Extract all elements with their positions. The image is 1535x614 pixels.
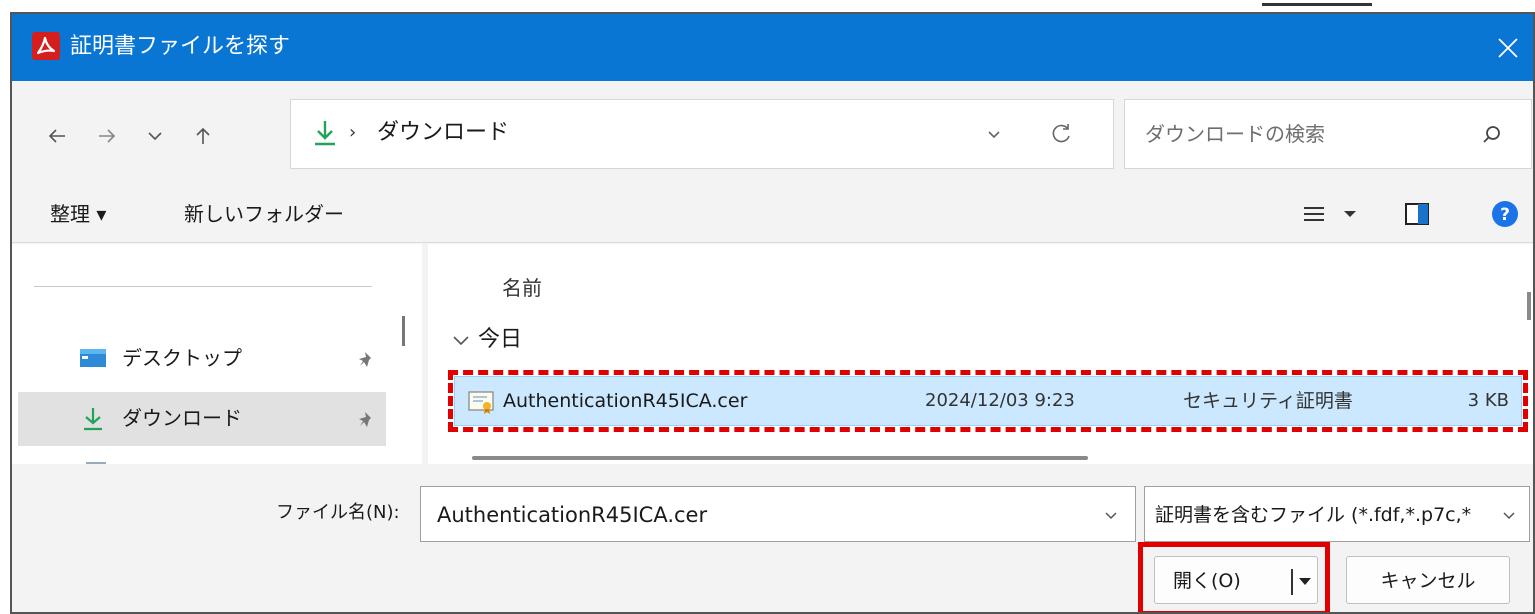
sidebar-item-desktop[interactable]: デスクトップ xyxy=(18,332,386,386)
up-button[interactable] xyxy=(188,121,218,151)
group-label: 今日 xyxy=(478,327,523,352)
file-open-dialog: 証明書ファイルを探す › ダウンロード ダウンロードの検索 整理 ▾ 新しいフォ… xyxy=(10,12,1535,614)
filename-input[interactable]: AuthenticationR45ICA.cer xyxy=(420,486,1136,542)
background-fragment xyxy=(1262,0,1372,6)
chevron-down-icon xyxy=(148,132,162,141)
address-bar[interactable]: › ダウンロード xyxy=(290,99,1114,169)
back-button[interactable] xyxy=(42,121,72,151)
vertical-scrollbar[interactable] xyxy=(1527,292,1531,320)
chevron-down-icon xyxy=(453,336,469,346)
filetype-value: 証明書を含むファイル (*.fdf,*.p7c,* xyxy=(1155,504,1472,526)
group-header-today[interactable]: 今日 xyxy=(452,324,522,356)
filename-label: ファイル名(N): xyxy=(276,502,400,523)
chevron-down-icon[interactable] xyxy=(1499,505,1519,525)
nav-scrollbar[interactable] xyxy=(402,316,405,346)
recent-locations-button[interactable] xyxy=(140,121,170,151)
sidebar-item-label: ダウンロード xyxy=(122,406,242,430)
back-arrow-icon xyxy=(48,129,65,143)
dialog-footer: ファイル名(N): AuthenticationR45ICA.cer 証明書を含… xyxy=(12,466,1533,612)
view-options-icon[interactable] xyxy=(1300,201,1360,227)
file-list-pane: 名前 今日 AuthenticationR45ICA.cer 2024/12/0… xyxy=(428,244,1533,464)
breadcrumb-separator: › xyxy=(349,122,357,143)
help-icon[interactable]: ? xyxy=(1490,199,1520,229)
forward-arrow-icon xyxy=(99,129,116,143)
forward-button[interactable] xyxy=(92,121,122,151)
column-header-name[interactable]: 名前 xyxy=(502,274,542,302)
close-button[interactable] xyxy=(1483,14,1533,81)
search-box[interactable]: ダウンロードの検索 xyxy=(1124,99,1532,169)
sidebar-item-label: デスクトップ xyxy=(122,346,242,370)
search-icon[interactable] xyxy=(1479,122,1505,148)
filetype-select[interactable]: 証明書を含むファイル (*.fdf,*.p7c,* xyxy=(1144,486,1530,542)
command-toolbar: 整理 ▾ 新しいフォルダー ? xyxy=(12,181,1533,243)
title-bar[interactable]: 証明書ファイルを探す xyxy=(12,14,1533,81)
sidebar-item-partial xyxy=(86,462,106,464)
dialog-title: 証明書ファイルを探す xyxy=(70,34,291,59)
cancel-button[interactable]: キャンセル xyxy=(1346,556,1510,604)
desktop-icon xyxy=(80,349,106,367)
breadcrumb-downloads[interactable]: ダウンロード xyxy=(377,118,509,148)
close-icon xyxy=(1498,37,1518,58)
organize-button[interactable]: 整理 ▾ xyxy=(50,201,106,227)
annotation-highlight-open xyxy=(1138,542,1330,612)
filename-value: AuthenticationR45ICA.cer xyxy=(437,503,708,527)
pin-icon[interactable] xyxy=(358,410,376,430)
acrobat-app-icon xyxy=(32,32,60,60)
background-strip xyxy=(0,0,1535,12)
sidebar-item-downloads[interactable]: ダウンロード xyxy=(18,392,386,446)
annotation-highlight-file xyxy=(448,370,1528,432)
search-input[interactable]: ダウンロードの検索 xyxy=(1145,120,1325,148)
nav-divider xyxy=(34,286,372,287)
chevron-down-icon[interactable] xyxy=(1101,505,1121,525)
refresh-icon[interactable] xyxy=(1047,120,1075,148)
navigation-bar: › ダウンロード ダウンロードの検索 xyxy=(12,81,1533,181)
preview-pane-icon[interactable] xyxy=(1404,201,1430,227)
chevron-down-icon[interactable] xyxy=(981,122,1007,148)
download-icon xyxy=(84,408,102,431)
download-folder-icon xyxy=(315,121,335,146)
cancel-button-label: キャンセル xyxy=(1380,570,1476,592)
pin-icon[interactable] xyxy=(358,350,376,370)
up-arrow-icon xyxy=(196,127,210,144)
svg-text:?: ? xyxy=(1500,205,1510,225)
new-folder-button[interactable]: 新しいフォルダー xyxy=(184,201,344,227)
navigation-pane: デスクトップ ダウンロード xyxy=(12,244,422,464)
horizontal-scrollbar[interactable] xyxy=(472,456,1088,460)
